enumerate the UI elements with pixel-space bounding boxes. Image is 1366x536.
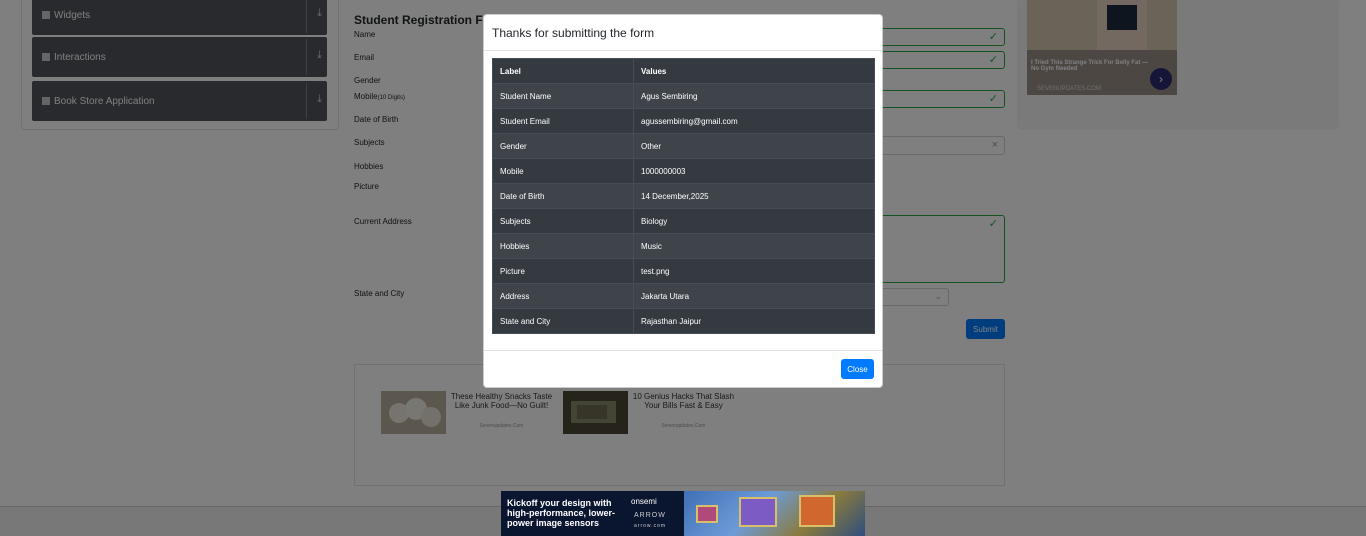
submission-modal: Thanks for submitting the form Label Val… (483, 14, 883, 388)
banner-brand-url: arrow.com (634, 523, 667, 529)
row-label: Student Name (492, 83, 634, 109)
row-label: Gender (492, 133, 634, 159)
banner-brand-logo: onsemi (631, 497, 657, 506)
table-row: Student Email agussembiring@gmail.com (492, 108, 875, 134)
chip-shape (799, 495, 835, 527)
modal-header: Thanks for submitting the form (484, 15, 882, 51)
table-row: Date of Birth 14 December,2025 (492, 183, 875, 209)
row-label: Address (492, 283, 634, 309)
modal-title: Thanks for submitting the form (492, 26, 655, 40)
row-value: Biology (633, 208, 875, 234)
row-value: test.png (633, 258, 875, 284)
table-row: Hobbies Music (492, 233, 875, 259)
row-label: Mobile (492, 158, 634, 184)
row-value: 1000000003 (633, 158, 875, 184)
column-header-values: Values (633, 58, 875, 84)
table-row: Mobile 1000000003 (492, 158, 875, 184)
row-value: Other (633, 133, 875, 159)
row-value: Music (633, 233, 875, 259)
row-label: State and City (492, 308, 634, 334)
sensor-chips-image (684, 491, 865, 536)
close-button[interactable]: Close (841, 359, 874, 379)
row-value: Agus Sembiring (633, 83, 875, 109)
row-value: Rajasthan Jaipur (633, 308, 875, 334)
row-value: Jakarta Utara (633, 283, 875, 309)
chip-shape (696, 505, 718, 523)
table-row: Student Name Agus Sembiring (492, 83, 875, 109)
table-row: Gender Other (492, 133, 875, 159)
row-label: Subjects (492, 208, 634, 234)
row-label: Picture (492, 258, 634, 284)
row-label: Hobbies (492, 233, 634, 259)
modal-body: Label Values Student Name Agus Sembiring… (492, 58, 875, 335)
table-row: State and City Rajasthan Jaipur (492, 308, 875, 334)
row-value: agussembiring@gmail.com (633, 108, 875, 134)
table-row: Picture test.png (492, 258, 875, 284)
row-label: Student Email (492, 108, 634, 134)
column-header-label: Label (492, 58, 634, 84)
modal-footer: Close (484, 350, 882, 387)
chip-shape (739, 497, 777, 527)
row-value: 14 December,2025 (633, 183, 875, 209)
bottom-banner-ad[interactable]: Kickoff your design with high-performanc… (501, 491, 865, 536)
results-table: Label Values Student Name Agus Sembiring… (492, 58, 875, 334)
banner-brand-logo-2: ARROW (634, 512, 666, 519)
table-row: Subjects Biology (492, 208, 875, 234)
banner-text: Kickoff your design with high-performanc… (507, 498, 616, 528)
table-row: Address Jakarta Utara (492, 283, 875, 309)
row-label: Date of Birth (492, 183, 634, 209)
table-header-row: Label Values (492, 58, 875, 84)
